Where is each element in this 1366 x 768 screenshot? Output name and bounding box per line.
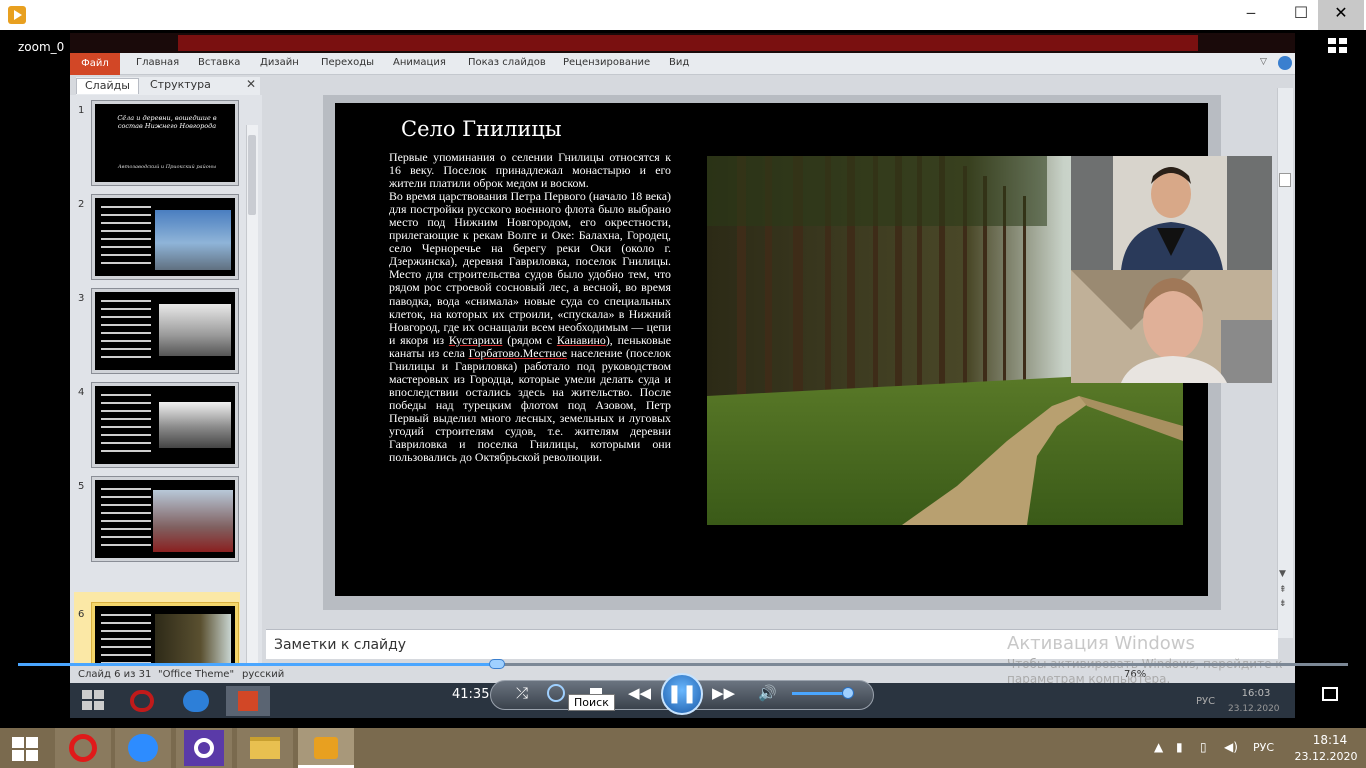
thumb-number: 2	[78, 199, 85, 210]
shuffle-icon[interactable]: ⤮	[516, 684, 528, 702]
taskbar-zoom[interactable]	[115, 728, 171, 768]
activation-watermark-title: Активация Windows	[1007, 633, 1195, 654]
clock-time[interactable]: 18:14	[1300, 733, 1360, 747]
tab-transitions[interactable]: Переходы	[321, 57, 374, 68]
thumb-image	[159, 402, 231, 448]
slide-thumbnail-1[interactable]: Сёла и деревни, вошедшие в состав Нижнег…	[91, 100, 239, 186]
slide-thumbnail-4[interactable]	[91, 382, 239, 468]
tab-review[interactable]: Рецензирование	[563, 57, 650, 68]
windows-start-button[interactable]	[12, 737, 38, 761]
seek-bar-fill	[18, 663, 497, 666]
tab-slideshow[interactable]: Показ слайдов	[468, 57, 546, 68]
thumb-number: 1	[78, 105, 85, 116]
participant-video-1[interactable]	[1071, 156, 1272, 270]
slide-thumbnail-3[interactable]	[91, 288, 239, 374]
taskbar-media-player[interactable]	[298, 728, 354, 768]
spellcheck-word: Канавино	[556, 332, 606, 347]
slide-thumbnail-5[interactable]	[91, 476, 239, 562]
slide-thumbnail-2[interactable]	[91, 194, 239, 280]
thumb-title: Сёла и деревни, вошедшие в состав Нижнег…	[117, 114, 217, 130]
taskbar-settings[interactable]	[176, 728, 232, 768]
minimize-button[interactable]: ‒	[1228, 0, 1274, 30]
status-theme: "Office Theme"	[158, 669, 235, 680]
slide-pane-tabs: Слайды Структура ✕	[76, 77, 260, 95]
thumb-number: 5	[78, 481, 85, 492]
slide-title[interactable]: Село Гнилицы	[401, 117, 562, 141]
media-player-icon	[8, 6, 26, 24]
video-title: zoom_0	[18, 40, 65, 54]
thumb-image	[159, 304, 231, 356]
elapsed-time: 41:35	[452, 687, 490, 702]
pp-title-strip	[70, 33, 1295, 53]
notes-placeholder[interactable]: Заметки к слайду	[274, 637, 406, 653]
tab-animation[interactable]: Анимация	[393, 57, 446, 68]
status-language[interactable]: русский	[242, 669, 284, 680]
volume-slider[interactable]	[792, 692, 848, 695]
scroll-thumb[interactable]	[1279, 173, 1291, 187]
slide-body-text[interactable]: Первые упоминания о селении Гнилицы отно…	[389, 150, 671, 465]
body-text: Во время царствования Петра Первого (нач…	[389, 189, 671, 347]
network-icon[interactable]: ▮	[1176, 740, 1183, 754]
rewind-icon[interactable]: ◀◀	[628, 684, 651, 702]
thumb-number: 6	[78, 609, 85, 620]
tab-design[interactable]: Дизайн	[260, 57, 299, 68]
thumbnail-scroll-thumb[interactable]	[248, 135, 256, 215]
spellcheck-word: Горбатово.Местное	[468, 345, 567, 360]
powerpoint-taskbar-btn	[226, 686, 270, 716]
tab-file[interactable]: Файл	[70, 53, 120, 75]
status-slide-count: Слайд 6 из 31	[78, 669, 152, 680]
zoom-app-icon	[183, 690, 209, 712]
opera-icon	[130, 690, 154, 712]
slide-scrollbar[interactable]	[1277, 88, 1293, 638]
scroll-down-icon[interactable]: ▼	[1279, 569, 1286, 579]
language-indicator[interactable]: РУС	[1253, 741, 1274, 754]
seek-tooltip: Поиск	[568, 694, 615, 711]
seek-handle[interactable]	[488, 659, 505, 669]
body-text: население (поселок Гнилицы и Гавриловка)…	[389, 345, 671, 465]
tab-slides[interactable]: Слайды	[76, 78, 139, 94]
fullscreen-icon[interactable]	[1322, 687, 1338, 701]
clock-date[interactable]: 23.12.2020	[1292, 750, 1360, 763]
prev-slide-icon[interactable]: ⇞	[1279, 585, 1287, 595]
pane-close-icon[interactable]: ✕	[246, 77, 256, 91]
taskbar-opera[interactable]	[55, 728, 111, 768]
ribbon-collapse-icon[interactable]: ▽	[1260, 57, 1267, 67]
slide-thumbnails-pane: 1 Сёла и деревни, вошедшие в состав Нижн…	[70, 95, 262, 685]
thumb-number: 3	[78, 293, 85, 304]
tray-expand-icon[interactable]: ▲	[1154, 740, 1163, 754]
windows-start-icon	[82, 690, 104, 710]
inner-tray-date: 23.12.2020	[1228, 704, 1280, 714]
speaker-icon[interactable]: ◀)	[1224, 740, 1238, 754]
taskbar-explorer[interactable]	[237, 728, 293, 768]
ribbon-tabs: Файл Главная Вставка Дизайн Переходы Ани…	[70, 53, 1295, 75]
next-slide-icon[interactable]: ⇟	[1279, 599, 1287, 609]
thumb-image	[155, 210, 231, 270]
tab-insert[interactable]: Вставка	[198, 57, 240, 68]
grid-view-icon[interactable]	[1328, 38, 1348, 54]
help-icon[interactable]	[1278, 56, 1292, 70]
tab-view[interactable]: Вид	[669, 57, 689, 68]
close-button[interactable]: ✕	[1318, 0, 1364, 30]
battery-icon[interactable]: ▯	[1200, 740, 1207, 754]
thumb-subtitle: Автозаводский и Приокский районы	[117, 164, 217, 170]
tab-home[interactable]: Главная	[136, 57, 179, 68]
player-title-bar	[0, 0, 1366, 30]
volume-handle[interactable]	[841, 687, 854, 699]
spellcheck-word: Кустарихи	[448, 332, 503, 347]
inner-tray-time: 16:03	[1241, 688, 1271, 699]
body-text: Первые упоминания о селении Гнилицы отно…	[389, 150, 671, 191]
tab-structure[interactable]: Структура	[142, 78, 219, 94]
fast-forward-icon[interactable]: ▶▶	[712, 684, 735, 702]
body-text: (рядом с	[502, 332, 557, 347]
inner-tray-lang: РУС	[1196, 696, 1216, 707]
participant-video-2[interactable]	[1071, 270, 1272, 383]
pause-button[interactable]: ❚❚	[661, 673, 703, 715]
powerpoint-window: Файл Главная Вставка Дизайн Переходы Ани…	[70, 33, 1295, 685]
thumb-image	[153, 490, 233, 552]
repeat-icon[interactable]	[547, 684, 565, 702]
volume-icon[interactable]: 🔊	[758, 684, 777, 702]
thumb-number: 4	[78, 387, 85, 398]
